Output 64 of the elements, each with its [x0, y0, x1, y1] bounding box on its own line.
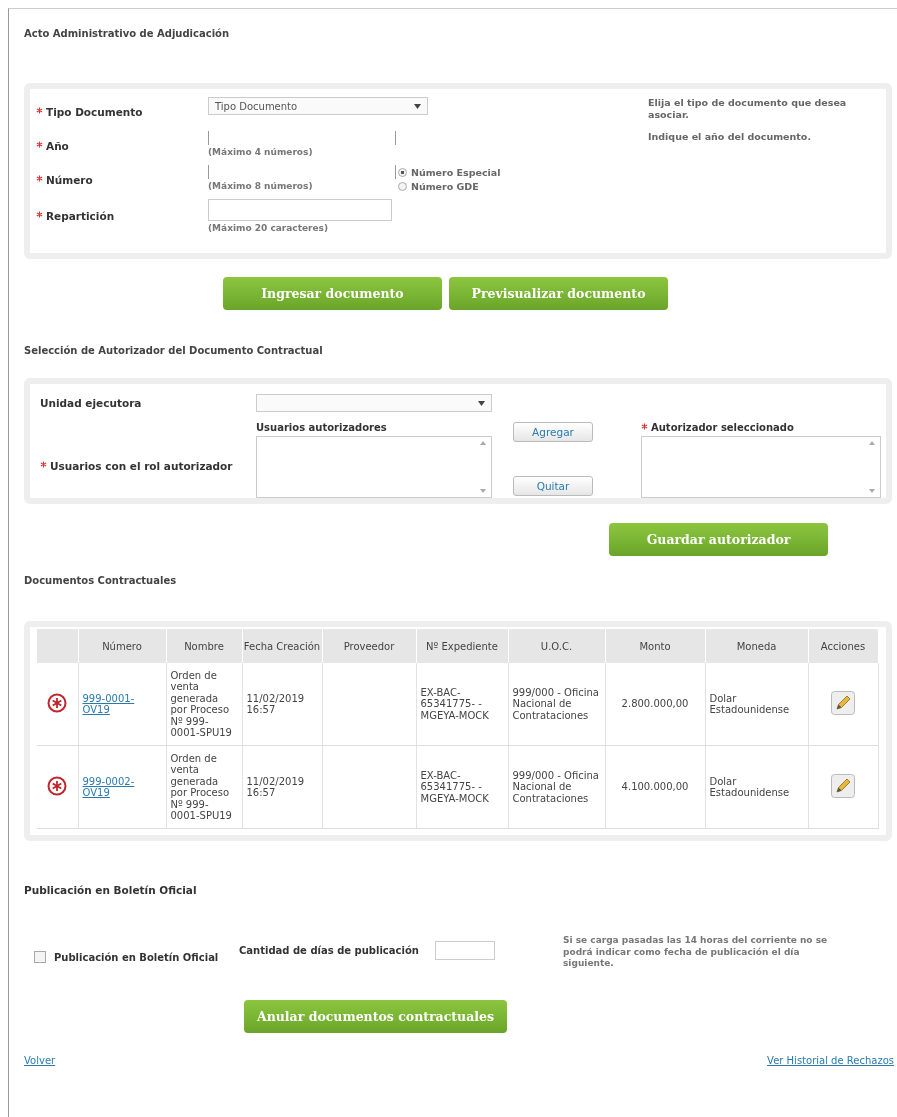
- field-label: Cantidad de días de publicación: [239, 945, 420, 956]
- edit-icon[interactable]: [831, 690, 855, 715]
- field-note: (Máximo 20 caracteres): [208, 223, 330, 233]
- list-title: Usuarios autorizadores: [256, 422, 388, 435]
- select-field[interactable]: Tipo Documento: [208, 97, 428, 115]
- section-title: Publicación en Boletín Oficial: [24, 884, 198, 896]
- radio-option[interactable]: Número Especial: [398, 167, 648, 178]
- field-label: Tipo Documento: [46, 106, 143, 118]
- checkbox[interactable]: Publicación en Boletín Oficial: [34, 951, 239, 963]
- dropdown-icon[interactable]: [414, 103, 421, 109]
- list-title: Autorizador seleccionado: [651, 422, 794, 433]
- input-field[interactable]: [208, 165, 396, 179]
- list-box[interactable]: [641, 436, 881, 498]
- header-cell: Nº Expediente: [416, 629, 508, 663]
- field-note: (Máximo 8 números): [208, 181, 314, 191]
- input-field[interactable]: [208, 131, 396, 145]
- header-cell: U.O.C.: [508, 629, 605, 663]
- table-cell: EX-BAC-65341775- - MGEYA-MOCK: [416, 745, 508, 829]
- table-cell: Dolar Estadounidense: [705, 663, 808, 746]
- field-label: Repartición: [46, 210, 115, 222]
- table-cell: 999/000 - Oficina Nacional de Contrataciones: [508, 663, 605, 746]
- field-hint: Si se carga pasadas las 14 horas del corriente no se podrá indicar como fecha de publicación el día siguiente.: [563, 935, 829, 971]
- field-label: Usuarios con el rol autorizador: [50, 460, 233, 472]
- back-link[interactable]: Volver: [24, 1055, 56, 1067]
- header-cell: Fecha Creación: [242, 629, 322, 663]
- table-cell: Dolar Estadounidense: [705, 745, 808, 829]
- section-title: Selección de Autorizador del Documento Contractual: [24, 345, 324, 358]
- delete-icon[interactable]: [47, 775, 68, 796]
- delete-icon[interactable]: [47, 692, 68, 713]
- field-note: (Máximo 4 números): [208, 147, 314, 157]
- table-cell: Orden de venta generada por Proceso Nº 999-0001-SPU19: [166, 663, 242, 746]
- header-cell: Acciones: [808, 629, 878, 663]
- table-cell: EX-BAC-65341775- - MGEYA-MOCK: [416, 663, 508, 746]
- header-cell: Proveedor: [322, 629, 416, 663]
- list-box[interactable]: [256, 436, 492, 498]
- field-label: Unidad ejecutora: [40, 397, 143, 409]
- remove-button[interactable]: Quitar: [513, 476, 593, 496]
- field-label: Número: [46, 174, 93, 186]
- document-link[interactable]: 999-0002-OV19: [82, 775, 162, 799]
- document-link[interactable]: 999-0001-OV19: [82, 692, 162, 716]
- header-cell: Número: [78, 629, 166, 663]
- dropdown-icon[interactable]: [478, 400, 485, 406]
- header-cell: Moneda: [705, 629, 808, 663]
- section-title: Acto Administrativo de Adjudicación: [24, 27, 231, 41]
- header-cell: Nombre: [166, 629, 242, 663]
- table-cell: 2.800.000,00: [605, 663, 705, 746]
- table-cell: Orden de venta generada por Proceso Nº 999-0001-SPU19: [166, 745, 242, 829]
- input-field[interactable]: [435, 941, 495, 960]
- table-cell: 4.100.000,00: [605, 745, 705, 829]
- section-title: Documentos Contractuales: [24, 575, 178, 588]
- field-hint: Indique el año del documento.: [648, 131, 811, 142]
- add-button[interactable]: Agregar: [513, 422, 593, 442]
- table-cell: 999/000 - Oficina Nacional de Contrataciones: [508, 745, 605, 829]
- radio-option[interactable]: Número GDE: [398, 181, 648, 192]
- table-cell: 11/02/2019 16:57: [242, 663, 322, 746]
- history-link[interactable]: Ver Historial de Rechazos: [767, 1055, 894, 1067]
- header-cell: Monto: [605, 629, 705, 663]
- select-field[interactable]: [256, 394, 492, 412]
- edit-icon[interactable]: [831, 773, 855, 798]
- table-cell: 11/02/2019 16:57: [242, 745, 322, 829]
- field-hint: Elija el tipo de documento que desea asociar.: [648, 97, 847, 120]
- action-button[interactable]: Ingresar documento: [223, 277, 442, 310]
- input-field[interactable]: [208, 199, 392, 221]
- field-label: Año: [46, 140, 69, 152]
